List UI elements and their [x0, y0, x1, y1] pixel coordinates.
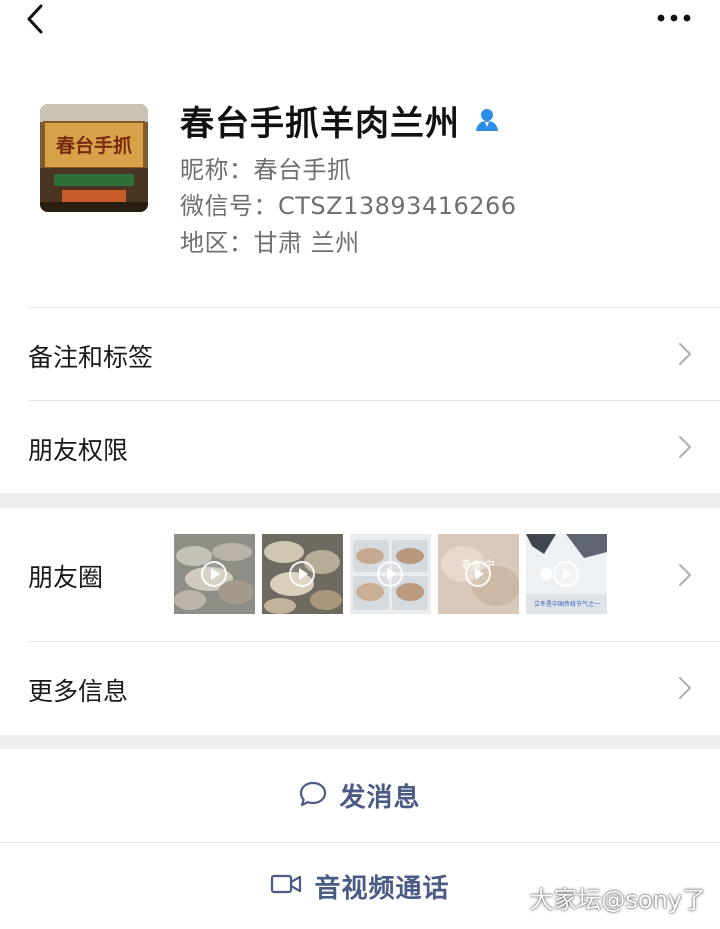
name-row: 春台手抓羊肉兰州 — [180, 98, 500, 144]
profile-header: 春台手抓 春台手抓羊肉兰州 昵称：春台手抓 微信号：CTSZ1389341626… — [0, 90, 720, 280]
verified-user-icon — [474, 107, 500, 133]
nickname-line: 昵称：春台手抓 — [180, 156, 352, 184]
chevron-right-icon — [678, 435, 692, 459]
chevron-right-icon — [678, 342, 692, 366]
moments-thumbnail[interactable] — [174, 534, 255, 614]
back-arrow-icon[interactable] — [22, 2, 52, 36]
friend-permissions-row[interactable]: 朋友权限 — [0, 401, 720, 493]
play-icon — [465, 561, 491, 587]
send-message-button[interactable]: 发消息 — [0, 749, 720, 842]
more-info-label: 更多信息 — [28, 677, 129, 706]
moments-thumbnail[interactable]: 春食 中 — [438, 534, 519, 614]
moments-thumbnail[interactable]: 立冬是中国传统节气之一 — [526, 534, 607, 614]
play-icon — [377, 561, 403, 587]
friend-permissions-label: 朋友权限 — [28, 436, 129, 465]
play-icon — [289, 561, 315, 587]
video-camera-icon — [270, 873, 302, 899]
thumbnail-caption: 立冬是中国传统节气之一 — [534, 600, 600, 608]
send-message-label: 发消息 — [339, 783, 421, 813]
chevron-right-icon — [678, 563, 692, 587]
play-icon — [553, 561, 579, 587]
avatar[interactable]: 春台手抓 — [40, 104, 148, 212]
moments-thumbnail[interactable] — [350, 534, 431, 614]
chat-bubble-icon — [299, 781, 327, 811]
wechat-id-line: 微信号：CTSZ13893416266 — [180, 192, 517, 220]
top-bar — [0, 0, 720, 40]
watermark: 大家坛@sony了 — [529, 886, 706, 914]
moments-thumbnails: 春食 中 立冬是中国传统节气之一 — [174, 534, 607, 614]
moments-label: 朋友圈 — [28, 563, 104, 592]
moments-thumbnail[interactable] — [262, 534, 343, 614]
chevron-right-icon — [678, 676, 692, 700]
remarks-tags-row[interactable]: 备注和标签 — [0, 308, 720, 400]
moments-row[interactable]: 朋友圈 春食 中 立冬是中国传统节气之一 — [0, 508, 720, 641]
section-gap — [0, 493, 720, 508]
video-call-label: 音视频通话 — [314, 873, 450, 904]
more-dots-icon[interactable] — [656, 8, 692, 28]
more-info-row[interactable]: 更多信息 — [0, 642, 720, 735]
profile-name: 春台手抓羊肉兰州 — [180, 103, 460, 144]
play-icon — [201, 561, 227, 587]
section-gap — [0, 735, 720, 749]
avatar-sign-text: 春台手抓 — [56, 134, 132, 157]
region-line: 地区：甘肃 兰州 — [180, 229, 360, 257]
remarks-tags-label: 备注和标签 — [28, 343, 154, 372]
